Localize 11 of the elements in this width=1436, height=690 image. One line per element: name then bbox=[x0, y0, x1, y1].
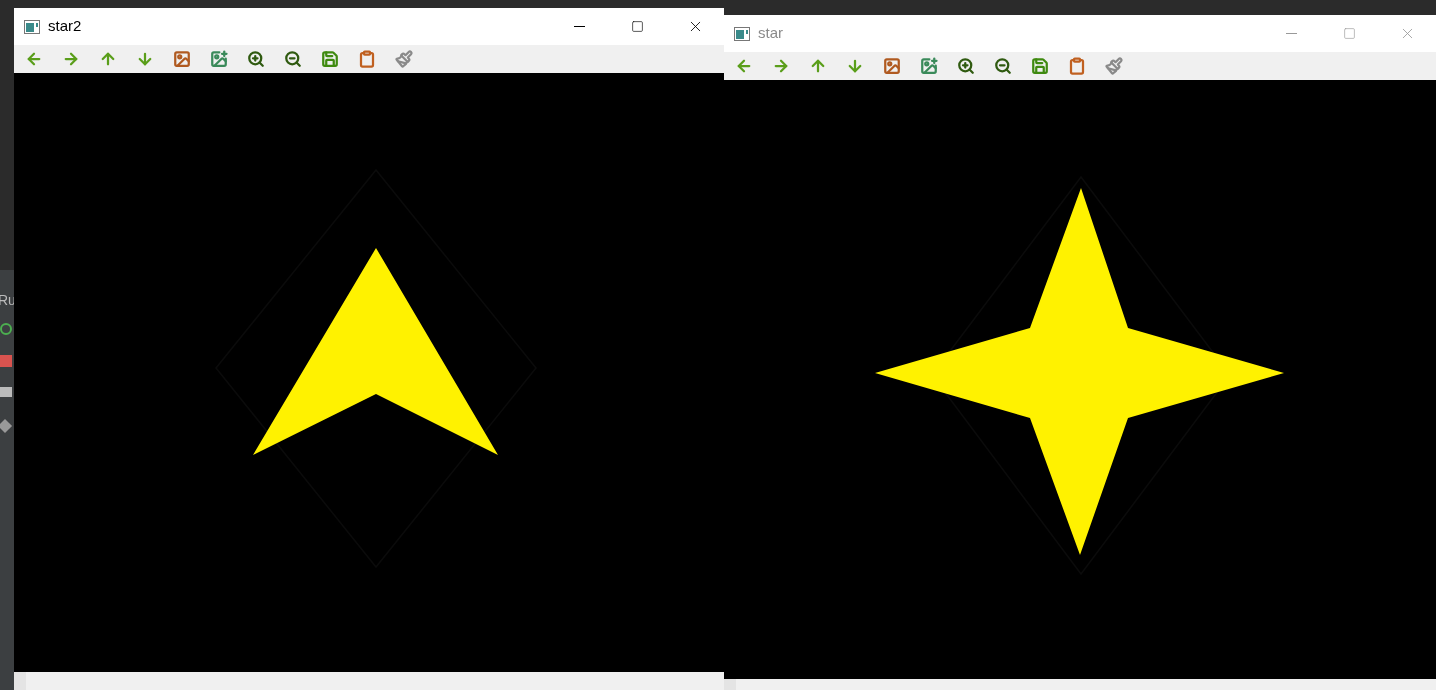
maximize-icon bbox=[630, 20, 644, 33]
window-title: star2 bbox=[48, 16, 82, 37]
window-icon bbox=[734, 26, 750, 41]
window-title: star bbox=[758, 23, 783, 44]
brush-button[interactable] bbox=[392, 48, 416, 70]
brush-button[interactable] bbox=[1102, 55, 1126, 77]
minimize-icon bbox=[573, 26, 585, 27]
maximize-icon bbox=[1342, 27, 1356, 40]
minimize-icon bbox=[1285, 33, 1297, 34]
panel-label: Ru bbox=[0, 291, 14, 310]
window-icon bbox=[24, 19, 40, 34]
